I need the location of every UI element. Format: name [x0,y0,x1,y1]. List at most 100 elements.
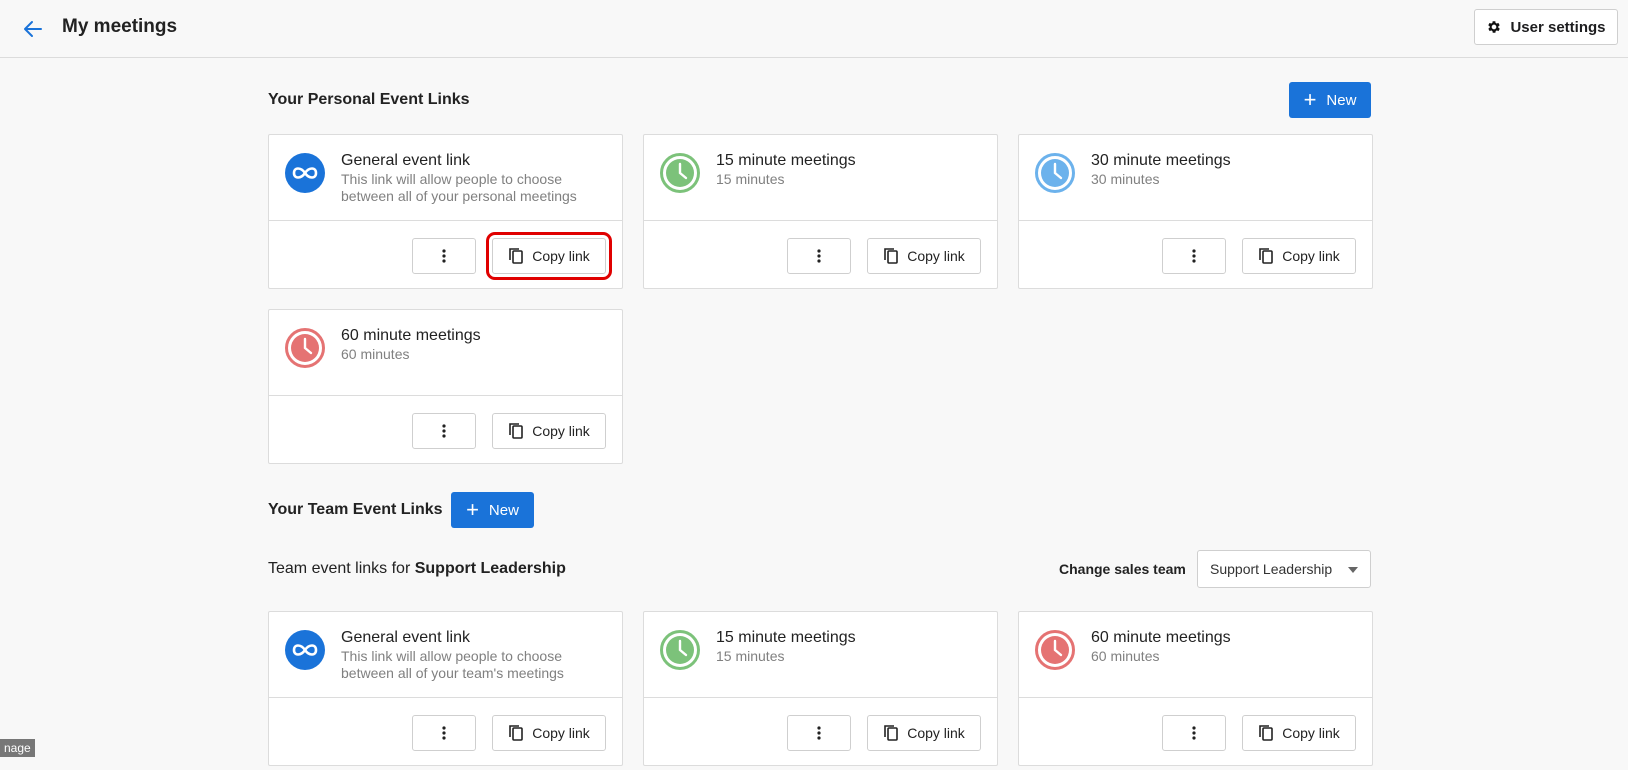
back-button[interactable] [20,16,46,42]
chevron-down-icon [1348,567,1358,573]
copy-link-button[interactable]: Copy link [492,413,606,449]
card-subtitle: This link will allow people to choose be… [341,648,564,681]
sales-team-select-value: Support Leadership [1210,561,1333,577]
more-vertical-icon [442,249,446,263]
more-options-button[interactable] [412,413,476,449]
card-actions: Copy link [269,698,622,765]
copy-link-label: Copy link [532,248,590,264]
copy-link-button[interactable]: Copy link [1242,715,1356,751]
team-event-links-caption: Team event links for Support Leadership [268,560,566,578]
card-subtitle: 60 minutes [1091,648,1160,664]
copy-link-label: Copy link [532,725,590,741]
team-section-title: Your Team Event Links [268,501,443,518]
team-caption-prefix: Team event links for [268,560,411,577]
copy-link-button[interactable]: Copy link [492,715,606,751]
copy-link-label: Copy link [907,248,965,264]
copy-link-button[interactable]: Copy link [1242,238,1356,274]
more-options-button[interactable] [1162,238,1226,274]
plus-icon: + [466,497,479,522]
card-header: 30 minute meetings 30 minutes [1019,135,1372,221]
copy-link-button[interactable]: Copy link [486,232,612,280]
card-header: General event link This link will allow p… [269,612,622,698]
new-button-label: New [1326,91,1357,109]
copy-link-label: Copy link [532,423,590,439]
card-actions: Copy link [269,221,622,288]
card-title: 60 minute meetings [1091,629,1231,646]
card-subtitle: 15 minutes [716,171,785,187]
card-subtitle: 60 minutes [341,346,410,362]
more-vertical-icon [442,424,446,438]
more-vertical-icon [442,726,446,740]
card-actions: Copy link [1019,221,1372,288]
card-title: 60 minute meetings [341,327,481,344]
personal-new-button[interactable]: + New [1289,82,1371,118]
event-link-card: General event link This link will allow p… [268,134,623,289]
card-header: General event link This link will allow p… [269,135,622,221]
more-options-button[interactable] [412,238,476,274]
card-title: General event link [341,152,470,169]
copy-link-label: Copy link [907,725,965,741]
copy-link-label: Copy link [1282,725,1340,741]
infinity-icon [285,153,325,193]
copy-icon [884,725,899,741]
sales-team-select[interactable]: Support Leadership [1197,550,1371,588]
plus-icon: + [1303,87,1317,112]
copy-link-label: Copy link [1282,248,1340,264]
more-vertical-icon [1192,726,1196,740]
new-button-label: New [488,501,519,519]
more-vertical-icon [817,726,821,740]
copy-icon [509,725,524,741]
card-subtitle: 30 minutes [1091,171,1160,187]
gear-icon [1488,21,1501,33]
event-link-card: 60 minute meetings 60 minutes Copy link [1018,611,1373,766]
card-header: 60 minute meetings 60 minutes [269,310,622,396]
personal-section-title: Your Personal Event Links [268,91,470,108]
clock-icon [1035,153,1075,193]
card-title: 15 minute meetings [716,152,856,169]
page-title: My meetings [62,16,178,37]
clock-icon [660,630,700,670]
user-settings-button[interactable]: User settings [1474,9,1618,45]
copy-icon [1259,248,1274,264]
copy-icon [509,248,524,264]
event-link-card: General event link This link will allow p… [268,611,623,766]
event-link-card: 15 minute meetings 15 minutes Copy link [643,134,998,289]
event-link-card: 15 minute meetings 15 minutes Copy link [643,611,998,766]
clock-icon [1035,630,1075,670]
event-link-card: 60 minute meetings 60 minutes Copy link [268,309,623,464]
card-title: 15 minute meetings [716,629,856,646]
copy-icon [509,423,524,439]
card-subtitle: This link will allow people to choose be… [341,171,577,204]
team-new-button[interactable]: + New [451,492,534,528]
copy-icon [1259,725,1274,741]
event-link-card: 30 minute meetings 30 minutes Copy link [1018,134,1373,289]
card-header: 15 minute meetings 15 minutes [644,135,997,221]
card-actions: Copy link [644,221,997,288]
team-name: Support Leadership [414,560,566,577]
clock-icon [660,153,700,193]
change-sales-team-label: Change sales team [1059,561,1186,577]
card-header: 15 minute meetings 15 minutes [644,612,997,698]
card-title: 30 minute meetings [1091,152,1231,169]
card-title: General event link [341,629,470,646]
clock-icon [285,328,325,368]
infinity-icon [285,630,325,670]
more-vertical-icon [1192,249,1196,263]
card-header: 60 minute meetings 60 minutes [1019,612,1372,698]
arrow-left-icon [24,21,42,37]
top-bar: My meetings User settings [0,0,1628,58]
more-vertical-icon [817,249,821,263]
image-label-tag: nage [0,739,35,757]
more-options-button[interactable] [1162,715,1226,751]
more-options-button[interactable] [412,715,476,751]
card-actions: Copy link [644,698,997,765]
copy-link-button[interactable]: Copy link [867,238,981,274]
copy-icon [884,248,899,264]
user-settings-label: User settings [1510,18,1606,36]
more-options-button[interactable] [787,715,851,751]
card-actions: Copy link [1019,698,1372,765]
more-options-button[interactable] [787,238,851,274]
copy-link-button[interactable]: Copy link [867,715,981,751]
card-actions: Copy link [269,396,622,463]
card-subtitle: 15 minutes [716,648,785,664]
